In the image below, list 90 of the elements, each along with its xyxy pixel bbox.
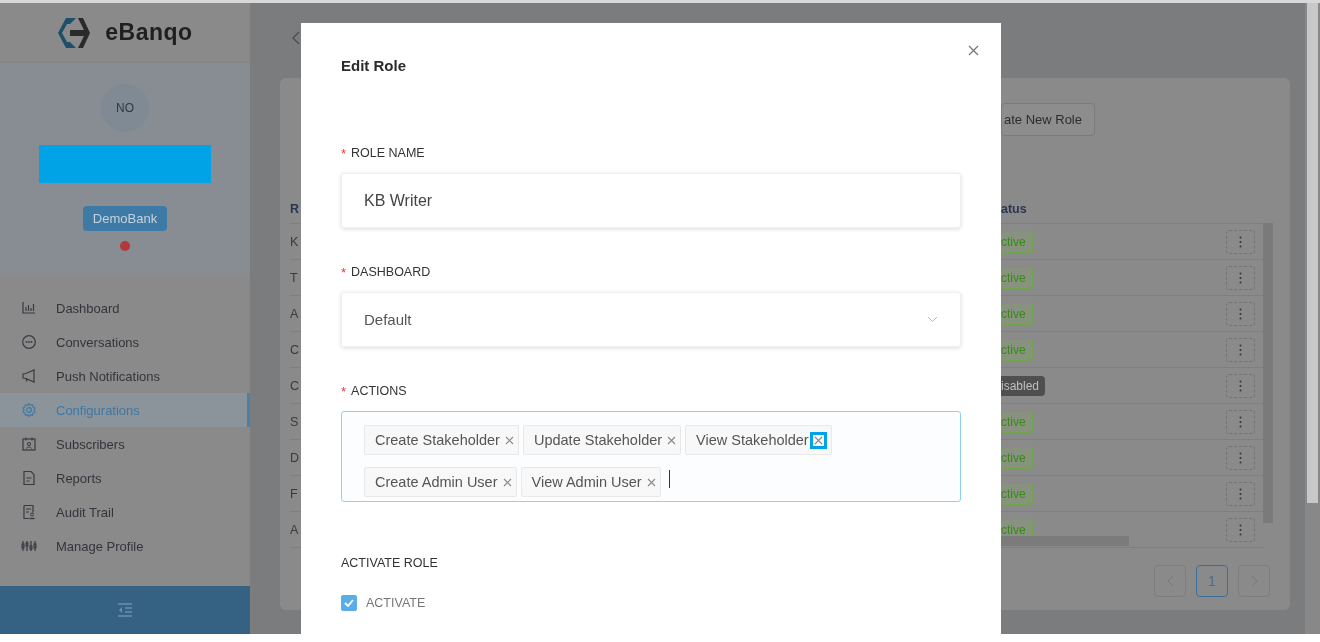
checkbox[interactable] [341, 595, 357, 611]
kebab-icon [1239, 487, 1242, 500]
gear-icon [21, 402, 37, 418]
table-cell: K [290, 234, 299, 249]
logo-text: eBanqo [105, 19, 193, 46]
section-title: ACTIVATE ROLE [341, 556, 439, 570]
sidebar-item[interactable]: Conversations [0, 325, 250, 359]
action-tag: Create Admin User [364, 467, 517, 497]
document-icon [21, 470, 37, 486]
text-cursor [668, 470, 670, 488]
action-tag: Update Stakeholder [522, 425, 682, 455]
more-button[interactable] [1226, 337, 1255, 362]
status-badge: ctive [1001, 338, 1033, 361]
column-header: atus [1001, 202, 1027, 216]
remove-icon[interactable] [646, 477, 656, 487]
status-badge: ctive [1001, 482, 1033, 505]
horizontal-scrollbar[interactable] [1001, 536, 1129, 546]
table-cell: D [290, 450, 300, 465]
status-badge: ctive [1001, 302, 1033, 325]
checkbox-label: ACTIVATE [366, 596, 426, 610]
more-button[interactable] [1226, 409, 1255, 434]
kebab-icon [1239, 343, 1242, 356]
role-name-field[interactable]: KB Writer [341, 173, 961, 228]
chevron-down-icon [927, 316, 938, 323]
kebab-icon [1239, 307, 1242, 320]
back-icon[interactable] [292, 31, 300, 45]
table-cell: A [290, 306, 299, 321]
status-badge: ctive [1001, 410, 1033, 433]
status-badge: isabled [1001, 375, 1046, 396]
sidebar-item[interactable]: Dashboard [0, 291, 250, 325]
remove-icon[interactable] [504, 435, 514, 445]
sidebar-item[interactable]: Manage Profile [0, 529, 250, 563]
action-tag: View Admin User [520, 467, 661, 497]
dialog-title: Edit Role [341, 57, 407, 74]
logo-icon [57, 16, 92, 49]
kebab-icon [1239, 271, 1242, 284]
create-role-button[interactable]: ate New Role [1001, 103, 1095, 136]
status-badge: ctive [1001, 446, 1033, 469]
page-scrollbar[interactable] [1307, 3, 1318, 503]
sidebar-item[interactable]: Push Notifications [0, 359, 250, 393]
avatar: NO [101, 84, 149, 132]
megaphone-icon [21, 368, 37, 384]
more-button[interactable] [1226, 229, 1255, 254]
sidebar-item[interactable]: Audit Trail [0, 495, 250, 529]
collapse-bar[interactable] [0, 586, 250, 634]
column-header: R [290, 202, 300, 216]
dashboard-dropdown[interactable]: Default [341, 292, 961, 347]
organization-badge: DemoBank [82, 206, 168, 231]
document-person-icon [21, 504, 37, 520]
status-badge: ctive [1001, 230, 1033, 253]
table-cell: F [290, 486, 298, 501]
chat-bubble-icon [21, 334, 37, 350]
more-button[interactable] [1226, 481, 1255, 506]
checkmark-icon [344, 599, 354, 607]
kebab-icon [1239, 379, 1242, 392]
more-button[interactable] [1226, 517, 1255, 542]
status-dot [120, 241, 130, 251]
kebab-icon [1239, 451, 1242, 464]
kebab-icon [1239, 415, 1242, 428]
collapse-icon [117, 603, 133, 617]
actions-field[interactable]: Create Stakeholder Update Stakeholder View Stakeholder Create Admin User View Admin User [341, 411, 961, 502]
sidebar-item[interactable]: Reports [0, 461, 250, 495]
field-label: DASHBOARD [351, 265, 431, 279]
table-cell: A [290, 522, 299, 537]
table-cell: T [290, 270, 298, 285]
remove-icon[interactable] [667, 435, 677, 445]
field-label: ACTIONS [351, 384, 407, 398]
remove-icon[interactable] [502, 477, 512, 487]
bar-chart-icon [21, 300, 37, 316]
table-cell: C [290, 342, 300, 357]
kebab-icon [1239, 523, 1242, 536]
field-label: ROLE NAME [351, 146, 425, 160]
kebab-icon [1239, 235, 1242, 248]
action-tag: View Stakeholder [685, 425, 832, 455]
more-button[interactable] [1226, 445, 1255, 470]
sliders-icon [21, 538, 37, 554]
table-cell: C [290, 378, 300, 393]
required-asterisk: * [341, 383, 347, 399]
status-badge: ctive [1001, 266, 1033, 289]
more-button[interactable] [1226, 265, 1255, 290]
table-cell: S [290, 414, 299, 429]
action-tag: Create Stakeholder [364, 425, 519, 455]
close-icon[interactable] [968, 45, 979, 56]
required-asterisk: * [341, 264, 347, 280]
calendar-person-icon [21, 436, 37, 452]
more-button[interactable] [1226, 301, 1255, 326]
sidebar-item[interactable]: Subscribers [0, 427, 250, 461]
required-asterisk: * [341, 145, 347, 161]
remove-icon[interactable] [813, 435, 823, 445]
more-button[interactable] [1226, 373, 1255, 398]
